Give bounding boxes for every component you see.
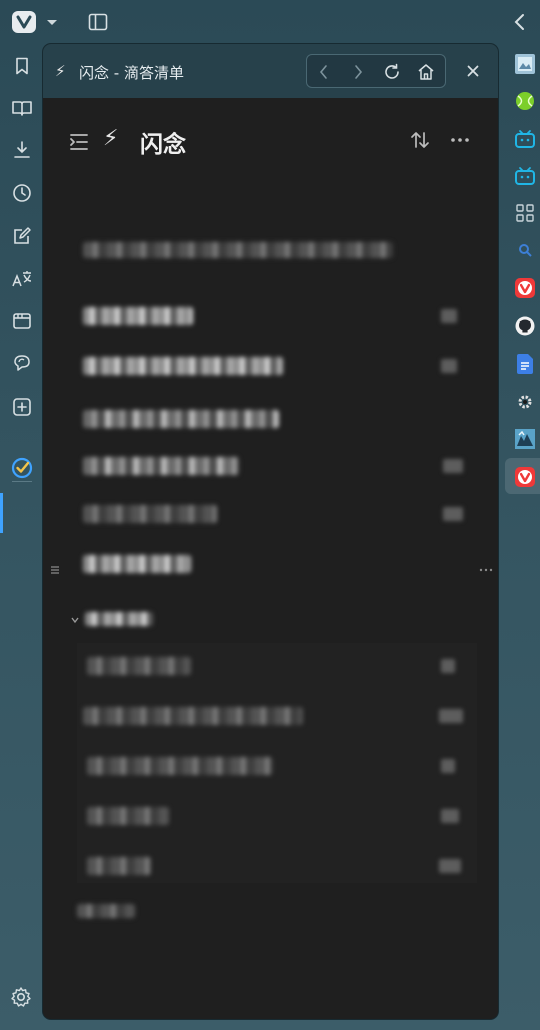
bilibili-icon[interactable] xyxy=(514,165,536,187)
vivaldi-icon[interactable] xyxy=(514,277,536,299)
picture-icon[interactable] xyxy=(514,53,536,75)
sidebar-toggle-icon[interactable] xyxy=(67,130,91,154)
task-row[interactable] xyxy=(87,757,273,775)
feed-icon[interactable] xyxy=(8,349,36,377)
task-date xyxy=(439,859,461,873)
task-row[interactable] xyxy=(83,707,303,725)
reload-button[interactable] xyxy=(381,61,403,83)
task-row[interactable] xyxy=(83,457,239,475)
task-date xyxy=(439,709,463,723)
task-row[interactable] xyxy=(83,357,283,375)
bookmark-icon[interactable] xyxy=(8,52,36,80)
lightning-icon: ⚡ xyxy=(103,126,119,151)
task-date xyxy=(443,507,463,521)
blurred-input[interactable] xyxy=(83,242,393,258)
panel-title: 闪念 - 滴答清单 xyxy=(79,64,184,82)
task-date xyxy=(441,809,459,823)
sort-icon[interactable] xyxy=(409,129,431,151)
apps-grid-icon[interactable] xyxy=(514,202,536,224)
github-icon[interactable] xyxy=(514,315,536,337)
close-button[interactable] xyxy=(463,61,483,81)
task-row[interactable] xyxy=(87,657,191,675)
web-panel: ⚡ 闪念 - 滴答清单 ⚡ 闪念 xyxy=(43,44,498,1019)
task-date xyxy=(441,309,457,323)
notes-icon[interactable] xyxy=(8,222,36,250)
task-row[interactable] xyxy=(83,307,193,325)
chevron-down-icon[interactable] xyxy=(69,614,81,626)
docs-icon[interactable] xyxy=(514,353,536,375)
chevron-down-icon[interactable] xyxy=(45,15,59,29)
image-icon[interactable] xyxy=(514,428,536,450)
back-button[interactable] xyxy=(313,61,335,83)
panel-nav-controls xyxy=(306,54,446,88)
task-date xyxy=(441,359,457,373)
bilibili-icon[interactable] xyxy=(514,128,536,150)
task-row[interactable] xyxy=(87,807,169,825)
left-sidebar xyxy=(0,44,44,1030)
footer-text xyxy=(77,904,135,918)
task-row[interactable] xyxy=(83,555,191,573)
reading-list-icon[interactable] xyxy=(8,94,36,122)
forward-button[interactable] xyxy=(347,61,369,83)
panel-content: ⚡ 闪念 xyxy=(43,98,498,1019)
task-row[interactable] xyxy=(87,857,151,875)
search-icon[interactable] xyxy=(514,239,536,261)
gear-icon[interactable] xyxy=(514,391,536,413)
lightning-icon: ⚡ xyxy=(55,62,66,80)
web-panel-bar xyxy=(505,44,540,1030)
active-indicator xyxy=(0,493,3,533)
drag-handle-icon[interactable] xyxy=(50,565,60,575)
task-date xyxy=(441,659,455,673)
panel-toggle-icon[interactable] xyxy=(88,12,108,32)
task-date xyxy=(441,759,455,773)
more-icon[interactable] xyxy=(479,564,493,576)
window-icon[interactable] xyxy=(8,307,36,335)
task-date xyxy=(443,459,463,473)
download-icon[interactable] xyxy=(8,136,36,164)
translate-icon[interactable] xyxy=(8,265,36,293)
task-row[interactable] xyxy=(83,410,279,428)
settings-icon[interactable] xyxy=(10,986,32,1008)
section-title xyxy=(85,612,153,626)
history-icon[interactable] xyxy=(8,179,36,207)
top-bar xyxy=(0,0,540,44)
vivaldi-icon[interactable] xyxy=(514,466,536,488)
list-title: 闪念 xyxy=(140,132,186,158)
add-panel-icon[interactable] xyxy=(8,393,36,421)
tennis-ball-icon[interactable] xyxy=(514,90,536,112)
more-icon[interactable] xyxy=(448,130,472,150)
panel-header: ⚡ 闪念 - 滴答清单 xyxy=(43,44,498,98)
ticktick-icon[interactable] xyxy=(8,454,36,482)
task-row[interactable] xyxy=(83,505,217,523)
home-button[interactable] xyxy=(415,61,437,83)
chevron-left-icon[interactable] xyxy=(512,12,528,32)
vivaldi-icon[interactable] xyxy=(12,11,36,33)
